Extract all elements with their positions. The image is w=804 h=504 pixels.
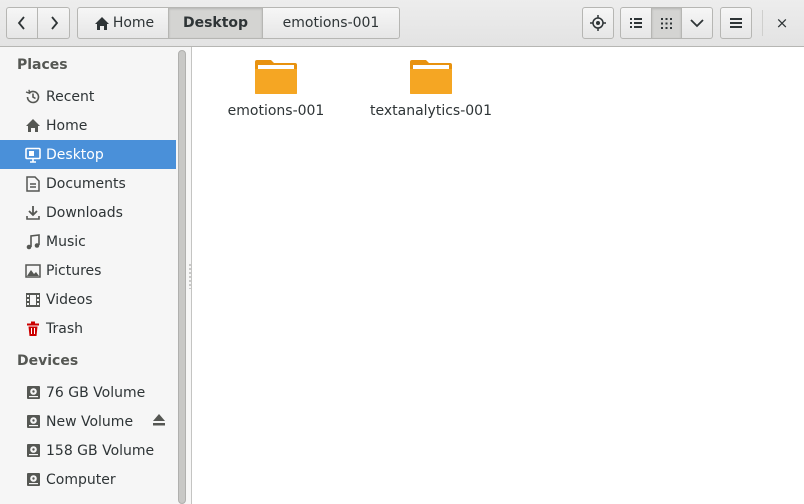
file-item[interactable]: textanalytics-001 (369, 59, 493, 119)
breadcrumb: Home Desktop emotions-001 (77, 7, 400, 39)
sidebar-item-recent[interactable]: Recent (0, 82, 176, 111)
film-icon (24, 291, 42, 309)
sidebar-item-label: Documents (46, 175, 126, 192)
trash-icon (24, 320, 42, 338)
sidebar-item-label: 158 GB Volume (46, 442, 155, 459)
sidebar: Places Recent Home Desktop Documents Dow… (0, 47, 192, 504)
sidebar-item-label: Videos (46, 291, 93, 308)
view-options-button[interactable] (682, 7, 713, 39)
music-icon (24, 233, 42, 251)
breadcrumb-home[interactable]: Home (77, 7, 169, 39)
sidebar-item-pictures[interactable]: Pictures (0, 256, 176, 285)
sidebar-item-label: Downloads (46, 204, 123, 221)
sidebar-item-music[interactable]: Music (0, 227, 176, 256)
breadcrumb-emotions-label: emotions-001 (282, 15, 380, 31)
home-icon (94, 16, 109, 30)
sidebar-scrollbar[interactable] (178, 50, 186, 504)
desktop-icon (24, 146, 42, 164)
hamburger-menu-icon (730, 18, 742, 28)
crosshair-icon (590, 15, 606, 31)
sidebar-item-label: Desktop (46, 146, 104, 163)
home-icon (24, 117, 42, 135)
chevron-left-icon (17, 16, 25, 30)
file-item[interactable]: emotions-001 (223, 59, 329, 119)
header-bar: Home Desktop emotions-001 × (0, 0, 804, 47)
sidebar-item-label: 76 GB Volume (46, 384, 146, 401)
sidebar-item-documents[interactable]: Documents (0, 169, 176, 198)
grid-view-icon (661, 17, 672, 29)
sidebar-item-158gb-volume[interactable]: 158 GB Volume (0, 436, 176, 465)
back-button[interactable] (6, 7, 38, 39)
grid-view-button[interactable] (652, 7, 682, 39)
header-separator (762, 10, 763, 36)
download-icon (24, 204, 42, 222)
drive-icon (24, 442, 42, 460)
folder-icon (410, 60, 452, 94)
sidebar-item-76gb-volume[interactable]: 76 GB Volume (0, 378, 176, 407)
chevron-down-icon (690, 18, 704, 27)
breadcrumb-home-label: Home (112, 15, 155, 31)
navigation-buttons (6, 7, 70, 39)
clock-icon (24, 88, 42, 106)
view-switcher (620, 7, 713, 39)
chevron-right-icon (50, 16, 58, 30)
sidebar-item-label: Computer (46, 471, 116, 488)
sidebar-item-downloads[interactable]: Downloads (0, 198, 176, 227)
sidebar-item-label: Recent (46, 88, 95, 105)
picture-icon (24, 262, 42, 280)
places-heading: Places (17, 57, 68, 73)
folder-icon (255, 60, 297, 94)
document-icon (24, 175, 42, 193)
pane-resize-handle[interactable] (189, 263, 191, 289)
sidebar-item-home[interactable]: Home (0, 111, 176, 140)
sidebar-item-label: Music (46, 233, 86, 250)
list-view-icon (630, 18, 642, 28)
breadcrumb-desktop[interactable]: Desktop (169, 7, 263, 39)
sidebar-item-trash[interactable]: Trash (0, 314, 176, 343)
sidebar-item-videos[interactable]: Videos (0, 285, 176, 314)
breadcrumb-emotions[interactable]: emotions-001 (263, 7, 400, 39)
drive-icon (24, 413, 42, 431)
eject-icon[interactable] (152, 414, 166, 430)
sidebar-item-label: Trash (46, 320, 83, 337)
file-name: textanalytics-001 (370, 103, 492, 119)
list-view-button[interactable] (620, 7, 652, 39)
file-view: emotions-001 textanalytics-001 (193, 47, 804, 504)
sidebar-item-new-volume[interactable]: New Volume (0, 407, 176, 436)
drive-icon (24, 384, 42, 402)
sidebar-item-label: New Volume (46, 413, 134, 430)
sidebar-item-label: Home (46, 117, 88, 134)
sidebar-item-computer[interactable]: Computer (0, 465, 176, 494)
devices-heading: Devices (17, 353, 79, 369)
drive-icon (24, 471, 42, 489)
sidebar-item-desktop[interactable]: Desktop (0, 140, 176, 169)
sidebar-item-label: Pictures (46, 262, 102, 279)
location-button[interactable] (582, 7, 614, 39)
file-name: emotions-001 (227, 103, 325, 119)
forward-button[interactable] (38, 7, 70, 39)
breadcrumb-desktop-label: Desktop (182, 15, 249, 31)
close-button[interactable]: × (775, 13, 789, 33)
menu-button[interactable] (720, 7, 752, 39)
